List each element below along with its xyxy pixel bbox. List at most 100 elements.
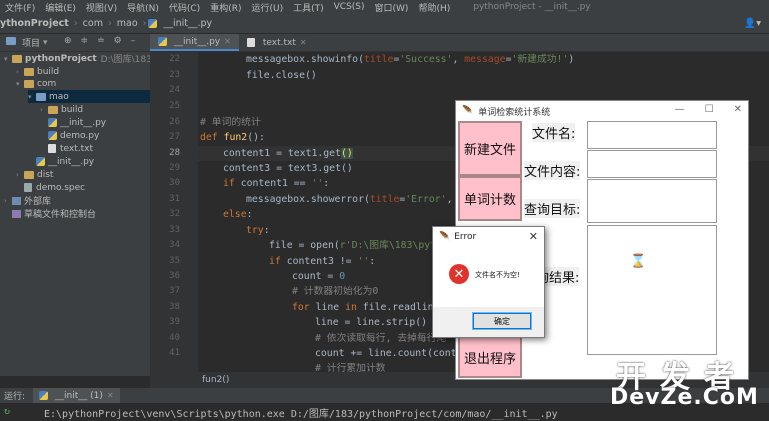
tree-item-label: __init__.py [48,156,95,167]
chevron-right-icon[interactable]: › [16,68,24,76]
menu-refactor[interactable]: 重构(R) [205,1,246,14]
tree-item-label: text.txt [60,143,94,154]
close-icon[interactable]: ✕ [300,38,307,47]
breadcrumb-file[interactable]: __init__.py [160,18,215,29]
breadcrumb-project[interactable]: ythonProject [0,18,72,29]
expand-all-icon[interactable]: ≑ [81,36,89,46]
chevron-right-icon[interactable]: › [40,106,48,114]
line-number: 36 [169,271,180,281]
tree-item[interactable]: demo.py [40,129,99,142]
tree-item[interactable]: › build [40,103,83,116]
collapse-all-icon[interactable]: ≐ [97,36,105,46]
close-icon[interactable]: ✕ [107,391,114,400]
code-line: content3 = text3.get() [223,163,353,174]
menu-help[interactable]: 帮助(H) [413,1,455,14]
folder-icon [36,92,46,101]
rerun-icon[interactable]: ↻ [4,406,10,417]
run-tab[interactable]: __init__ (1) ✕ [33,388,120,403]
tree-item-label: 草稿文件和控制台 [24,210,97,220]
gear-icon[interactable]: ⚙ [114,36,122,46]
tk-window-title: 单词检索统计系统 [478,107,551,118]
code-line: try: [246,225,270,236]
error-dialog-title: Error [454,232,477,242]
python-file-icon [48,131,57,140]
menu-code[interactable]: 代码(C) [164,1,205,14]
chevron-down-icon[interactable]: ▾ [28,93,36,101]
menu-tools[interactable]: 工具(T) [288,1,329,14]
menu-navigate[interactable]: 导航(N) [122,1,164,14]
minimize-icon[interactable]: — [675,104,685,115]
ok-button[interactable]: 确定 [472,312,532,330]
chevron-right-icon[interactable]: › [4,197,12,205]
folder-icon [24,79,34,88]
filename-entry[interactable] [587,121,717,149]
tree-item[interactable]: ▾ com [16,77,56,90]
tree-item-label: demo.spec [36,182,86,193]
code-line: file = open(r'D:\图库\183\pyth [269,240,442,251]
tab-init-py[interactable]: __init__.py ✕ [150,34,239,51]
line-number: 40 [169,333,180,343]
code-line: # 依次读取每行, 去掉每行尾 [315,333,447,344]
line-number: 35 [169,256,180,266]
tree-item[interactable]: › dist [16,168,53,181]
python-file-icon [36,157,45,166]
spec-file-icon [24,183,32,192]
maximize-icon[interactable]: ☐ [705,104,714,115]
line-number: 37 [169,286,180,296]
chevron-right-icon: › [142,18,147,29]
breadcrumb-com[interactable]: com [80,18,106,29]
line-number: 29 [169,163,180,173]
chevron-down-icon[interactable]: ▾ [4,55,12,63]
feather-icon: 🪶 [439,232,451,242]
tree-item-label: demo.py [60,130,100,141]
exit-button[interactable]: 退出程序 [458,336,522,378]
library-icon [12,196,21,205]
tree-item[interactable]: 草稿文件和控制台 [4,207,96,220]
new-file-button[interactable]: 新建文件 [458,121,522,176]
tab-text-txt[interactable]: text.txt ✕ [239,34,315,51]
query-target-entry[interactable] [587,179,717,223]
line-number: 33 [169,225,180,235]
chevron-down-icon[interactable]: ▾ [16,80,24,88]
line-number: 31 [169,194,180,204]
tree-item[interactable]: __init__.py [40,116,106,129]
error-dialog: 🪶 Error ✕ ✕ 文件名不为空! 确定 [432,226,545,338]
code-line: def fun2(): [200,132,265,143]
menu-view[interactable]: 视图(V) [81,1,122,14]
minimize-icon[interactable]: – [131,36,136,46]
menu-file[interactable]: 文件(F) [0,1,40,14]
close-icon[interactable]: ✕ [734,104,742,115]
breadcrumb-mao[interactable]: mao [114,18,141,29]
tree-item[interactable]: › 外部库 [4,194,51,207]
query-result-text[interactable] [587,225,717,355]
close-icon[interactable]: ✕ [224,37,231,46]
locate-icon[interactable]: ⊕ [64,36,72,46]
line-number: 24 [169,85,180,95]
menu-edit[interactable]: 编辑(E) [40,1,81,14]
project-panel-title[interactable]: 项目 [22,36,40,49]
tree-item[interactable]: __init__.py [28,155,94,168]
code-line: for line in file.readline [292,302,440,313]
word-count-button[interactable]: 单词计数 [458,176,522,221]
chevron-right-icon[interactable]: › [16,171,24,179]
file-content-label: 文件内容: [524,161,581,180]
error-message: 文件名不为空! [475,271,520,279]
tree-item[interactable]: text.txt [40,142,93,155]
tree-item[interactable]: ▾ mao [28,90,150,103]
menu-vcs[interactable]: VCS(S) [329,2,370,12]
user-icon[interactable]: 👤▾ [744,18,761,29]
run-tab-label: __init__ (1) [55,390,103,401]
tab-label: text.txt [262,37,296,48]
code-line: else: [223,209,253,220]
dropdown-arrow-icon[interactable]: ▾ [43,38,48,48]
code-breadcrumb[interactable]: fun2() [202,375,229,385]
file-content-entry[interactable] [587,150,717,178]
code-line: count = 0 [292,271,346,282]
close-icon[interactable]: ✕ [529,230,538,243]
menu-run[interactable]: 运行(U) [246,1,288,14]
menu-window[interactable]: 窗口(W) [370,1,414,14]
line-number: 22 [169,54,180,64]
tree-item[interactable]: ▾ pythonProjectD:\图库\183\pyth [4,52,150,66]
tree-item[interactable]: demo.spec [16,181,85,194]
code-line: # 单词的统计 [200,117,261,128]
